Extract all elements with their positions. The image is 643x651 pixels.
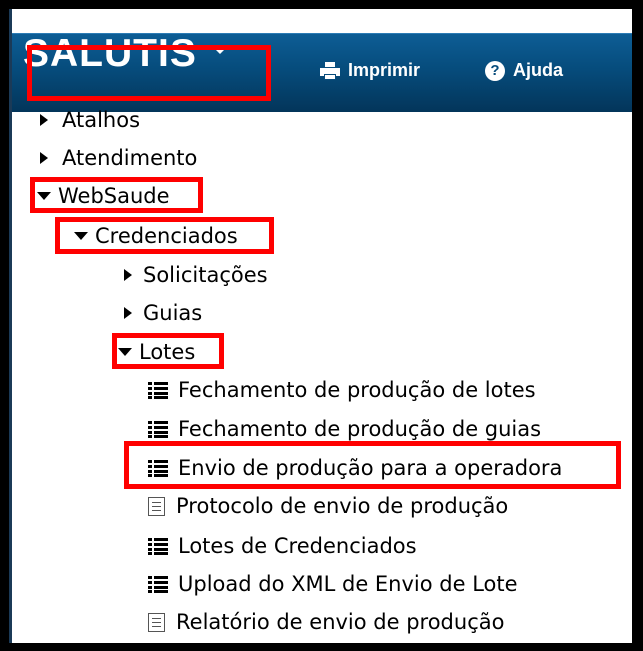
tree-item-label: Guias (143, 301, 203, 325)
brand-menu-button[interactable]: SALUTIS (23, 34, 229, 73)
tree-item-label: Lotes (139, 340, 196, 364)
tree-leaf-protocolo-envio[interactable]: Protocolo de envio de produção (148, 493, 508, 519)
tree-leaf-upload-xml[interactable]: Upload do XML de Envio de Lote (148, 571, 518, 597)
tree-item-credenciados[interactable]: Credenciados (74, 223, 238, 249)
help-button[interactable]: ? Ajuda (485, 60, 563, 81)
tree-leaf-envio-producao[interactable]: Envio de produção para a operadora (148, 455, 562, 481)
tree-leaf-label: Lotes de Credenciados (178, 534, 417, 558)
tree-leaf-label: Fechamento de produção de lotes (178, 378, 536, 402)
print-button[interactable]: Imprimir (320, 60, 420, 81)
tree-item-atalhos[interactable]: Atalhos (40, 107, 140, 133)
tree-leaf-fechamento-lotes[interactable]: Fechamento de produção de lotes (148, 377, 536, 403)
tree-item-label: Atendimento (62, 146, 198, 170)
expand-arrow-icon (40, 114, 48, 126)
print-label: Imprimir (348, 60, 421, 80)
brand-label: SALUTIS (23, 32, 197, 75)
list-icon (148, 420, 168, 438)
list-icon (148, 459, 168, 477)
document-icon (148, 496, 165, 516)
tree-item-websaude[interactable]: WebSaude (37, 183, 170, 209)
list-icon (148, 575, 168, 593)
tree-leaf-label: Protocolo de envio de produção (176, 494, 509, 518)
tree-item-solicitacoes[interactable]: Solicitações (124, 262, 268, 288)
collapse-arrow-icon (118, 348, 132, 356)
tree-item-label: Credenciados (95, 224, 238, 248)
tree-item-label: Solicitações (143, 263, 268, 287)
collapse-arrow-icon (37, 192, 51, 200)
printer-icon (320, 61, 340, 80)
expand-arrow-icon (124, 307, 132, 319)
tree-item-label: Atalhos (62, 108, 141, 132)
collapse-arrow-icon (74, 232, 88, 240)
help-label: Ajuda (513, 60, 564, 80)
tree-leaf-label: Upload do XML de Envio de Lote (178, 572, 518, 596)
tree-leaf-lotes-credenciados[interactable]: Lotes de Credenciados (148, 533, 417, 559)
question-icon: ? (485, 60, 505, 81)
tree-item-lotes[interactable]: Lotes (118, 339, 195, 365)
tree-item-atendimento[interactable]: Atendimento (40, 145, 197, 171)
document-icon (148, 612, 165, 632)
tree-leaf-label: Fechamento de produção de guias (178, 417, 542, 441)
tree-item-guias[interactable]: Guias (124, 300, 202, 326)
tree-leaf-label: Envio de produção para a operadora (178, 456, 563, 480)
tree-item-label: WebSaude (58, 184, 170, 208)
tree-leaf-relatorio-envio[interactable]: Relatório de envio de produção (148, 609, 504, 635)
tree-leaf-fechamento-guias[interactable]: Fechamento de produção de guias (148, 416, 541, 442)
expand-arrow-icon (124, 269, 132, 281)
expand-arrow-icon (40, 152, 48, 164)
list-icon (148, 381, 168, 399)
caret-down-icon (210, 45, 229, 55)
tree-leaf-label: Relatório de envio de produção (176, 610, 505, 634)
list-icon (148, 537, 168, 555)
